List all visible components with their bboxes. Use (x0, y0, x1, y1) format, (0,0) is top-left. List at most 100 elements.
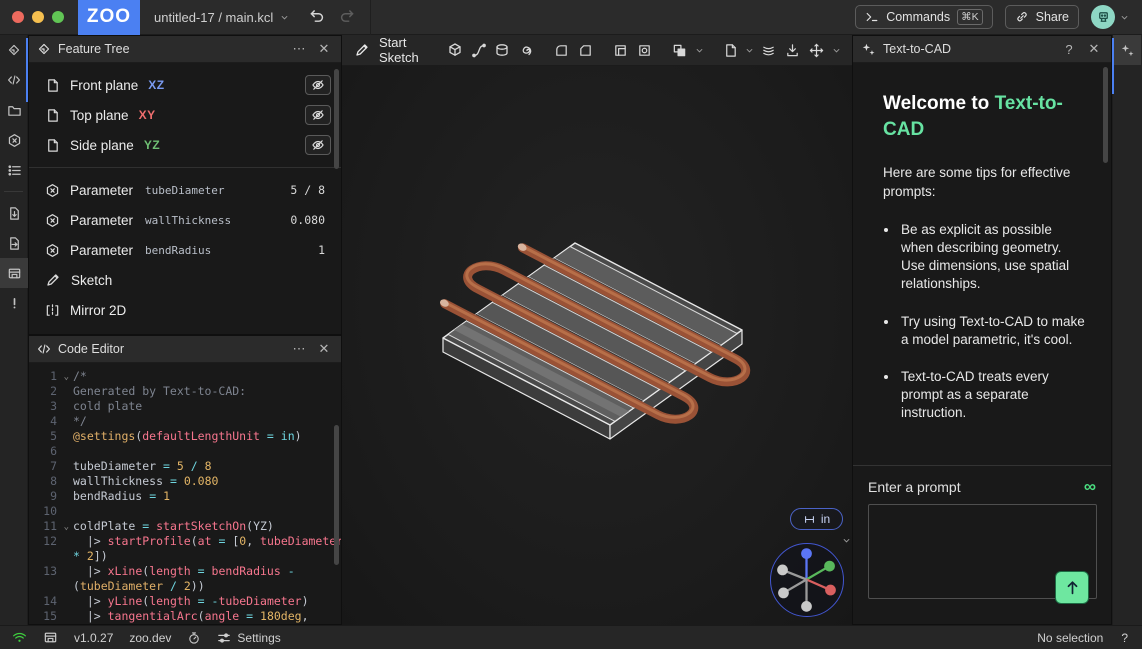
chamfer-icon (578, 43, 593, 58)
left-sidebar-rail (0, 35, 28, 625)
maximize-window-button[interactable] (52, 11, 64, 23)
modeling-toolbar: Start Sketch (342, 35, 852, 66)
sweep-tool-button[interactable] (469, 38, 489, 62)
cold-plate-model[interactable] (342, 66, 852, 625)
tool-dropdown-chevron-icon[interactable] (831, 45, 842, 56)
rail-button-logs[interactable] (0, 155, 28, 185)
fold-chevron-icon[interactable]: ⌄ (64, 520, 69, 535)
terminal-icon (865, 10, 879, 24)
code-line: 6 (29, 444, 341, 459)
line-number: 2 (29, 384, 63, 399)
plane-label: Front plane (70, 78, 138, 93)
close-panel-button[interactable]: ✕ (315, 340, 333, 358)
app-version[interactable]: v1.0.27 (74, 631, 113, 645)
shell-tool-button[interactable] (611, 38, 631, 62)
user-menu[interactable] (1091, 5, 1130, 29)
prompt-label: Enter a prompt (868, 479, 961, 495)
feature-tree-item-plane[interactable]: Front planeXZ (29, 70, 341, 100)
feature-tree-item-mirror-2d[interactable]: Mirror 2D (29, 295, 341, 325)
rail-button-machine[interactable] (0, 258, 28, 288)
rail-button-variables[interactable] (0, 125, 28, 155)
boolean-tool-button[interactable] (670, 38, 690, 62)
sparkle-icon (861, 42, 876, 57)
loft-tool-button[interactable] (516, 38, 536, 62)
link-icon (1015, 10, 1029, 24)
plane-label: Side plane (70, 138, 134, 153)
code-text: coldPlate = startSketchOn(YZ) (63, 519, 274, 534)
share-button[interactable]: Share (1005, 5, 1079, 29)
tool-dropdown-chevron-icon[interactable] (744, 45, 755, 56)
network-status-icon[interactable] (12, 630, 27, 645)
settings-button[interactable]: Settings (217, 631, 280, 645)
rail-button-code[interactable] (0, 65, 28, 95)
close-panel-button[interactable]: ✕ (315, 40, 333, 58)
zoo-dev-link[interactable]: zoo.dev (129, 631, 171, 645)
zoo-logo[interactable]: ZOO (78, 0, 140, 35)
chamfer-tool-button[interactable] (576, 38, 596, 62)
gizmo-menu-chevron-icon[interactable] (841, 535, 852, 546)
rail-button-sparkle[interactable] (1113, 35, 1141, 65)
plane-tool-button[interactable] (720, 38, 740, 62)
tool-dropdown-chevron-icon[interactable] (694, 45, 705, 56)
submit-prompt-button[interactable] (1055, 571, 1089, 604)
code-editor-scrollbar[interactable] (334, 425, 339, 565)
minimize-window-button[interactable] (32, 11, 44, 23)
code-line: 12 |> startProfile(at = [0, tubeDiameter (29, 534, 341, 549)
rail-button-feature-tree[interactable] (0, 35, 28, 65)
hole-tool-button[interactable] (635, 38, 655, 62)
project-menu[interactable]: untitled-17 / main.kcl (154, 10, 290, 25)
close-panel-button[interactable]: ✕ (1085, 40, 1103, 58)
tips-scrollbar[interactable] (1103, 67, 1108, 163)
help-button[interactable]: ? (1060, 40, 1078, 58)
rail-button-folder[interactable] (0, 95, 28, 125)
rail-button-file-share[interactable] (0, 228, 28, 258)
toggle-visibility-button[interactable] (305, 75, 331, 95)
tip-item: Be as explicit as possible when describi… (899, 221, 1085, 294)
feature-tree-item-parameter[interactable]: ParameterwallThickness0.080 (29, 205, 341, 235)
robot-icon (1096, 10, 1111, 25)
extrude-tool-button[interactable] (445, 38, 465, 62)
helix-tool-button[interactable] (759, 38, 779, 62)
panel-menu-button[interactable]: ⋯ (290, 340, 308, 358)
timer-icon[interactable] (187, 631, 201, 645)
feature-tree-panel: Feature Tree ⋯ ✕ Front planeXZTop planeX… (28, 35, 342, 335)
plane-axis-badge: YZ (144, 138, 160, 152)
line-number: 5 (29, 429, 63, 444)
panel-menu-button[interactable]: ⋯ (290, 40, 308, 58)
start-sketch-button[interactable]: Start Sketch (352, 35, 441, 65)
toggle-visibility-button[interactable] (305, 135, 331, 155)
boolean-icon (672, 43, 687, 58)
orientation-gizmo[interactable] (770, 543, 844, 617)
commands-button[interactable]: Commands ⌘K (855, 5, 992, 29)
help-status-button[interactable]: ? (1121, 631, 1128, 645)
feature-tree-scrollbar[interactable] (334, 69, 339, 169)
plane-icon (45, 78, 60, 93)
fillet-tool-button[interactable] (552, 38, 572, 62)
insert-tool-button[interactable] (783, 38, 803, 62)
feature-tree-item-parameter[interactable]: ParameterbendRadius1 (29, 235, 341, 265)
revolve-tool-button[interactable] (493, 38, 513, 62)
feature-tree-item-sketch[interactable]: Sketch (29, 265, 341, 295)
feature-tree-item-plane[interactable]: Top planeXY (29, 100, 341, 130)
code-line: (tubeDiameter / 2)) (29, 579, 341, 594)
3d-viewport[interactable]: Start Sketch (342, 35, 852, 625)
line-number: 11⌄ (29, 519, 63, 534)
rail-button-file-export[interactable] (0, 198, 28, 228)
code-text: wallThickness = 0.080 (63, 474, 218, 489)
units-button[interactable]: in (790, 508, 843, 530)
line-number: 12 (29, 534, 63, 549)
selection-status: No selection (1037, 631, 1103, 645)
code-line: 5@settings(defaultLengthUnit = in) (29, 429, 341, 444)
machine-icon[interactable] (43, 630, 58, 645)
rail-button-alert[interactable] (0, 288, 28, 318)
redo-button[interactable] (338, 7, 358, 27)
undo-button[interactable] (308, 7, 328, 27)
feature-tree-item-plane[interactable]: Side plane YZ (29, 130, 341, 160)
move-tool-button[interactable] (807, 38, 827, 62)
toggle-visibility-button[interactable] (305, 105, 331, 125)
fold-chevron-icon[interactable]: ⌄ (64, 370, 69, 385)
parameter-value: 1 (318, 243, 331, 257)
close-window-button[interactable] (12, 11, 24, 23)
code-editor-content[interactable]: 1⌄/*2Generated by Text-to-CAD:3cold plat… (29, 363, 341, 624)
feature-tree-item-parameter[interactable]: ParametertubeDiameter5 / 8 (29, 175, 341, 205)
